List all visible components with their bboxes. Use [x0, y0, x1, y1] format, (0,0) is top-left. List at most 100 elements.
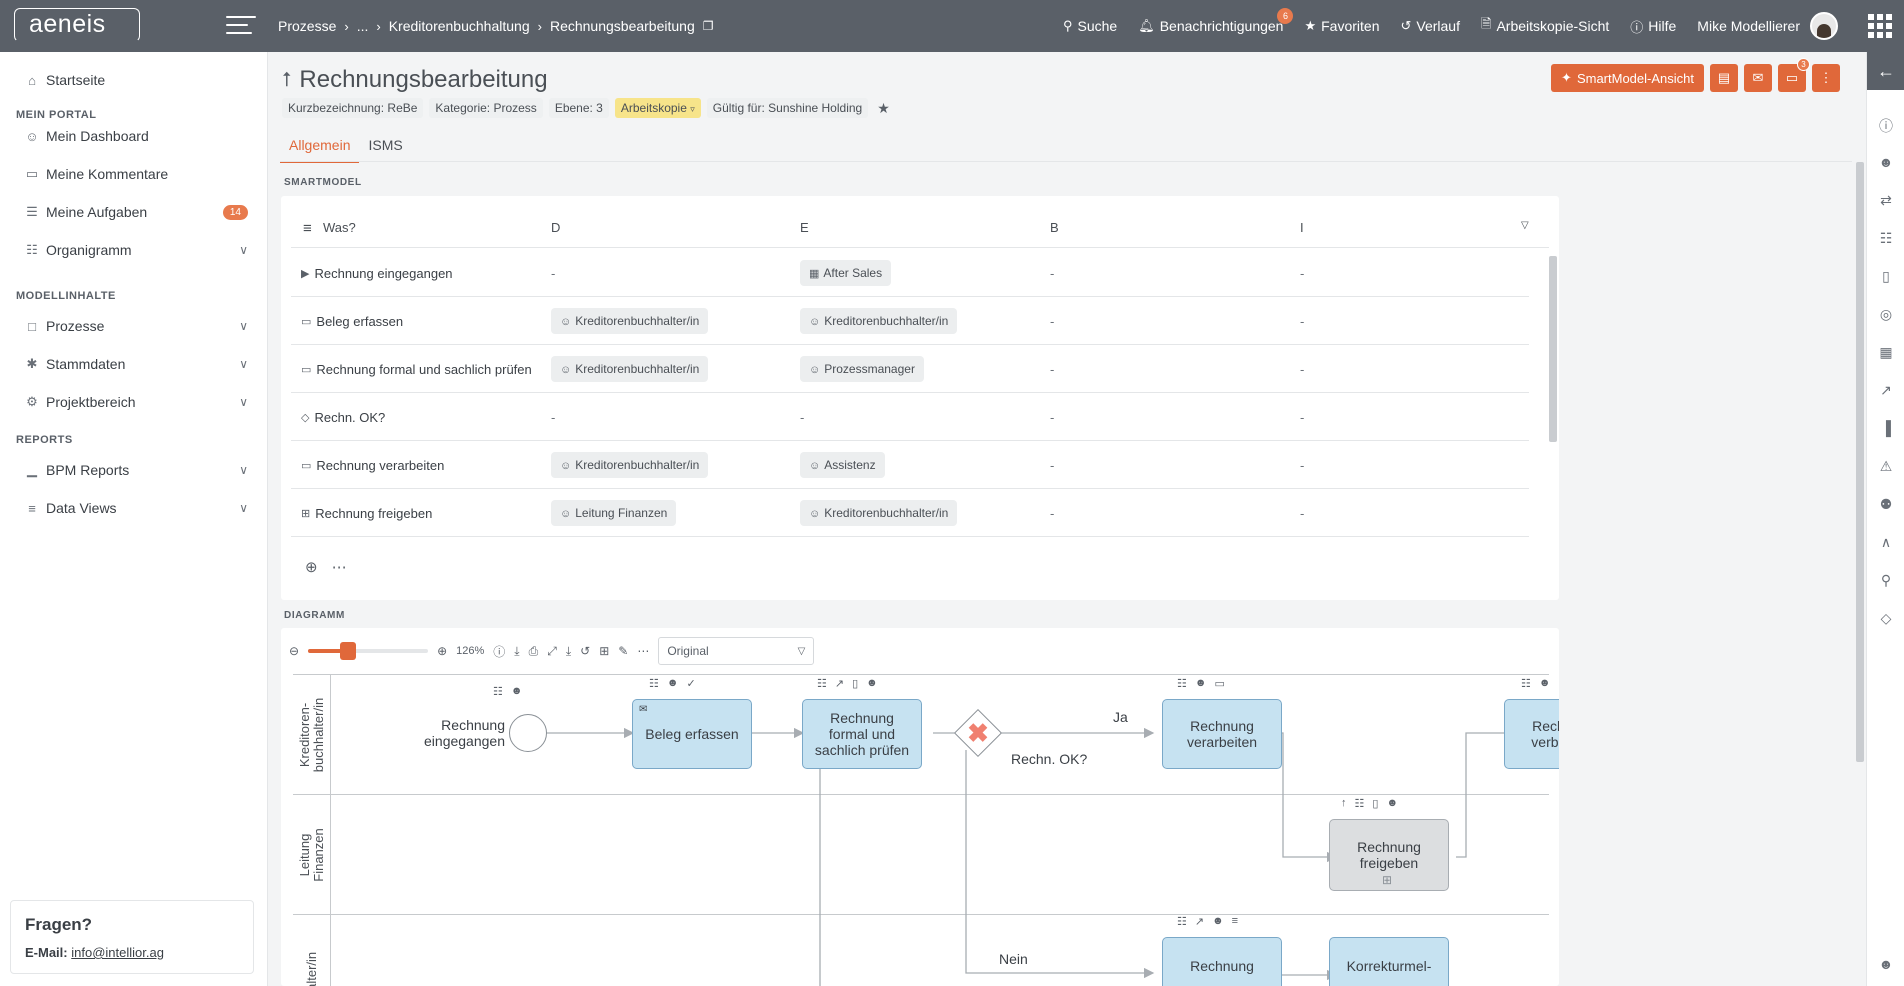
database-icon[interactable]: ☷: [1521, 677, 1531, 690]
search-button[interactable]: ⚲ Suche: [1063, 18, 1117, 34]
people-icon[interactable]: ☻: [866, 677, 878, 690]
list-menu-icon[interactable]: ≡: [303, 220, 312, 237]
database-icon[interactable]: ☷: [649, 677, 659, 690]
page-scrollbar[interactable]: [1856, 162, 1864, 762]
task-rechnung-pruefen[interactable]: Rechnung formal und sachlich prüfen: [802, 699, 922, 769]
table-row[interactable]: ◇ Rechn. OK? - - - -: [291, 393, 1529, 441]
add-circle-icon[interactable]: ⊕: [305, 558, 318, 576]
sidebar-item-startseite[interactable]: ⌂ Startseite: [24, 72, 248, 88]
sidebar-item-projektbereich[interactable]: ⚙ Projektbereich ∨: [24, 394, 248, 410]
tab-isms[interactable]: ISMS: [359, 132, 411, 163]
add-box-icon[interactable]: ⊞: [599, 644, 609, 658]
zoom-slider[interactable]: [308, 642, 429, 660]
table-row[interactable]: ⊞ Rechnung freigeben ☺ Leitung Finanzen ☺ Kre…: [291, 489, 1529, 537]
role-pill[interactable]: ☺ Assistenz: [800, 452, 885, 478]
trend-icon[interactable]: ↗: [1867, 382, 1904, 399]
view-select[interactable]: Original ▽: [658, 637, 815, 665]
menu-toggle-icon[interactable]: [226, 16, 256, 36]
people-icon[interactable]: ☻: [1539, 677, 1551, 690]
check-icon[interactable]: ✓: [686, 677, 695, 690]
database-icon[interactable]: ☷: [1355, 797, 1365, 810]
table-row[interactable]: ▭ Beleg erfassen ☺ Kreditorenbuchhalter/in…: [291, 297, 1529, 345]
aeneis-logo[interactable]: aeneis: [14, 8, 140, 42]
zoom-search-icon[interactable]: ⚲: [1867, 572, 1904, 589]
notifications-button[interactable]: 🔔︎ Benachrichtigungen 6: [1138, 8, 1294, 34]
info-icon[interactable]: ⓘ: [1867, 116, 1904, 136]
favorite-star-icon[interactable]: ★: [877, 100, 890, 117]
table-row[interactable]: ▭ Rechnung verarbeiten ☺ Kreditorenbuchhal…: [291, 441, 1529, 489]
pencil-icon[interactable]: ✎: [618, 644, 628, 658]
trend-icon[interactable]: ↗: [835, 677, 844, 690]
print-icon[interactable]: ⎙: [529, 644, 539, 659]
breadcrumb-item[interactable]: ...: [357, 18, 369, 34]
upload-icon[interactable]: ↑: [1341, 797, 1347, 810]
user-menu[interactable]: Mike Modellierer: [1697, 12, 1838, 40]
breadcrumb-item[interactable]: Kreditorenbuchhaltung: [389, 18, 530, 34]
help-button[interactable]: ⓘ Hilfe: [1630, 17, 1676, 36]
role-pill[interactable]: ☺ Leitung Finanzen: [551, 500, 677, 526]
sidebar-item-bpm-reports[interactable]: ▁ BPM Reports ∨: [24, 462, 248, 478]
tab-allgemein[interactable]: Allgemein: [280, 132, 360, 163]
sidebar-item-dashboard[interactable]: ☺ Mein Dashboard: [24, 128, 248, 144]
people-icon[interactable]: ☻: [1386, 797, 1398, 810]
comment-icon[interactable]: ▭: [1214, 677, 1224, 690]
info-icon[interactable]: ⓘ: [493, 643, 505, 660]
role-pill[interactable]: ☺ Kreditorenbuchhalter/in: [800, 308, 958, 334]
trend-icon[interactable]: ↗: [1195, 915, 1204, 928]
zoom-slider-handle[interactable]: [339, 642, 356, 660]
copy-icon[interactable]: ❐: [703, 19, 714, 33]
team-icon[interactable]: ☻: [1867, 956, 1904, 972]
exchange-icon[interactable]: ⇄: [1867, 192, 1904, 209]
books-icon[interactable]: ▐: [1867, 420, 1904, 436]
scrollbar[interactable]: [1549, 256, 1557, 442]
window-icon[interactable]: ▤: [1710, 64, 1738, 92]
working-copy-view-button[interactable]: 🗎︎ Arbeitskopie-Sicht: [1481, 15, 1609, 37]
task-rechnung-verarbeiten[interactable]: Rechnung verarbeiten: [1162, 699, 1282, 769]
database-icon[interactable]: ☷: [493, 685, 503, 698]
building-icon[interactable]: ▦: [1867, 344, 1904, 361]
document-icon[interactable]: ▯: [852, 677, 858, 690]
database-icon[interactable]: ☷: [1867, 230, 1904, 247]
task-rechnung-verbuchen[interactable]: Rechnung verbuchen: [1504, 699, 1559, 769]
status-badge[interactable]: Arbeitskopie ▿: [614, 98, 701, 118]
more-horizontal-icon[interactable]: ⋯: [332, 558, 347, 576]
sidebar-item-data-views[interactable]: ≡ Data Views ∨: [24, 500, 248, 516]
document-icon[interactable]: ▯: [1867, 268, 1904, 285]
sidebar-item-prozesse[interactable]: □ Prozesse ∨: [24, 318, 248, 334]
more-horizontal-icon[interactable]: ⋯: [637, 644, 649, 658]
role-pill[interactable]: ☺ Kreditorenbuchhalter/in: [800, 500, 958, 526]
more-vertical-icon[interactable]: ⋮: [1812, 64, 1840, 92]
people-icon[interactable]: ☻: [511, 685, 523, 698]
people-icon[interactable]: ☻: [1212, 915, 1224, 928]
comments-button[interactable]: ▭ 3: [1778, 58, 1810, 92]
gift-icon[interactable]: ✉: [1744, 64, 1772, 92]
task-beleg-erfassen[interactable]: ✉ Beleg erfassen: [632, 699, 752, 769]
database-icon[interactable]: ☷: [817, 677, 827, 690]
people-icon[interactable]: ☻: [667, 677, 679, 690]
role-pill[interactable]: ▦ After Sales: [800, 260, 892, 286]
database-icon[interactable]: ☷: [1177, 915, 1187, 928]
filter-icon[interactable]: ▽: [1521, 220, 1529, 231]
arrow-down-icon[interactable]: ⤓: [566, 644, 571, 659]
fit-screen-icon[interactable]: ⤢: [547, 644, 557, 659]
smartmodel-view-button[interactable]: ✦ SmartModel-Ansicht: [1551, 64, 1704, 92]
table-row[interactable]: ▶ Rechnung eingegangen - ▦ After Sales - -: [291, 249, 1529, 297]
help-email-link[interactable]: info@intellior.ag: [71, 945, 164, 960]
warning-icon[interactable]: ⚠: [1867, 458, 1904, 475]
task-korrekturmeldung[interactable]: Korrekturmel-: [1329, 937, 1449, 986]
people-icon[interactable]: ☻: [1195, 677, 1207, 690]
people-icon[interactable]: ☻: [1867, 154, 1904, 170]
history-button[interactable]: ↺ Verlauf: [1400, 18, 1460, 34]
shield-icon[interactable]: ◇: [1867, 610, 1904, 627]
favorites-button[interactable]: ★ Favoriten: [1304, 18, 1379, 34]
role-pill[interactable]: ☺ Kreditorenbuchhalter/in: [551, 356, 709, 382]
sidebar-item-kommentare[interactable]: ▭ Meine Kommentare: [24, 166, 248, 182]
start-event[interactable]: [509, 714, 547, 752]
undo-icon[interactable]: ↺: [580, 644, 590, 658]
list-icon[interactable]: ≡: [1558, 677, 1559, 690]
download-icon[interactable]: ⤓: [514, 644, 519, 659]
role-pill[interactable]: ☺ Kreditorenbuchhalter/in: [551, 308, 709, 334]
breadcrumb-item[interactable]: Prozesse: [278, 18, 336, 34]
table-row[interactable]: ▭ Rechnung formal und sachlich prüfen ☺ Kr…: [291, 345, 1529, 393]
sidebar-item-aufgaben[interactable]: ☰ Meine Aufgaben 14: [24, 204, 248, 220]
